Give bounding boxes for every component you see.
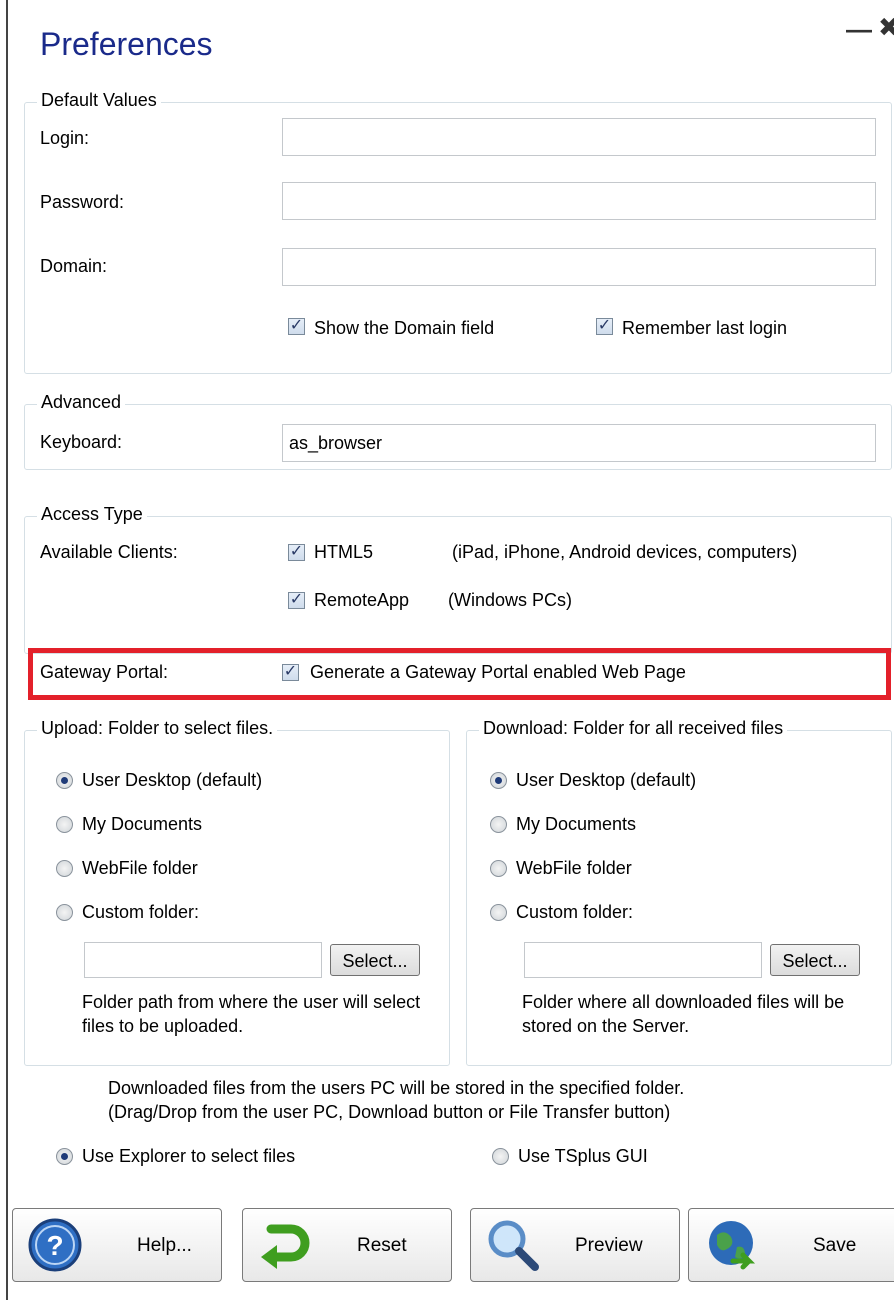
access-type-group: Access Type (24, 504, 892, 654)
reset-button-label: Reset (357, 1235, 407, 1256)
login-label: Login: (40, 128, 90, 148)
password-field[interactable] (282, 182, 876, 220)
download-webfile-label: WebFile folder (516, 858, 632, 878)
keyboard-field[interactable] (282, 424, 876, 462)
advanced-legend: Advanced (37, 392, 126, 413)
html5-label: HTML5 (314, 542, 374, 562)
download-select-button[interactable]: Select... (770, 944, 860, 976)
help-button[interactable]: ? Help... (12, 1208, 222, 1282)
help-icon: ? (28, 1218, 82, 1272)
upload-select-button[interactable]: Select... (330, 944, 420, 976)
domain-field[interactable] (282, 248, 876, 286)
download-my-documents-radio[interactable] (490, 816, 507, 833)
domain-label: Domain: (40, 256, 108, 276)
upload-user-desktop-label: User Desktop (default) (82, 770, 263, 790)
transfer-note-1: Downloaded files from the users PC will … (108, 1078, 685, 1098)
remoteapp-description: (Windows PCs) (448, 590, 573, 610)
download-custom-path-field[interactable] (524, 942, 762, 978)
remoteapp-label: RemoteApp (314, 590, 410, 610)
download-webfile-radio[interactable] (490, 860, 507, 877)
gateway-portal-checkbox[interactable]: ✓ (282, 664, 299, 681)
save-button-label: Save (813, 1235, 857, 1256)
show-domain-checkbox[interactable]: ✓ (288, 318, 305, 335)
gateway-portal-label: Gateway Portal: (40, 662, 169, 682)
close-button[interactable]: ✖ (878, 12, 894, 43)
access-type-legend: Access Type (37, 504, 147, 525)
download-legend: Download: Folder for all received files (479, 718, 788, 739)
gateway-portal-option: Generate a Gateway Portal enabled Web Pa… (310, 662, 686, 682)
upload-user-desktop-radio[interactable] (56, 772, 73, 789)
upload-my-documents-label: My Documents (82, 814, 203, 834)
password-label: Password: (40, 192, 125, 212)
remember-login-label: Remember last login (622, 318, 788, 338)
reset-button[interactable]: Reset (242, 1208, 452, 1282)
page-title: Preferences (40, 26, 213, 62)
preview-button-label: Preview (575, 1235, 643, 1256)
remember-login-checkbox[interactable]: ✓ (596, 318, 613, 335)
download-my-documents-label: My Documents (516, 814, 637, 834)
save-button[interactable]: Save (688, 1208, 894, 1282)
show-domain-label: Show the Domain field (314, 318, 495, 338)
preview-button[interactable]: Preview (470, 1208, 680, 1282)
upload-webfile-radio[interactable] (56, 860, 73, 877)
upload-legend: Upload: Folder to select files. (37, 718, 278, 739)
download-user-desktop-radio[interactable] (490, 772, 507, 789)
download-custom-label: Custom folder: (516, 902, 634, 922)
use-tsplus-label: Use TSplus GUI (518, 1146, 648, 1166)
html5-description: (iPad, iPhone, Android devices, computer… (452, 542, 798, 562)
keyboard-label: Keyboard: (40, 432, 123, 452)
preferences-window: Preferences — ✖ Default Values Login: Pa… (6, 0, 894, 1300)
upload-my-documents-radio[interactable] (56, 816, 73, 833)
minimize-button[interactable]: — (846, 14, 872, 45)
download-note: Folder where all downloaded files will b… (522, 992, 845, 1036)
login-field[interactable] (282, 118, 876, 156)
use-tsplus-radio[interactable] (492, 1148, 509, 1165)
remoteapp-checkbox[interactable]: ✓ (288, 592, 305, 609)
magnifier-icon (488, 1220, 539, 1271)
html5-checkbox[interactable]: ✓ (288, 544, 305, 561)
upload-custom-label: Custom folder: (82, 902, 200, 922)
svg-text:?: ? (46, 1230, 63, 1261)
use-explorer-label: Use Explorer to select files (82, 1146, 296, 1166)
upload-custom-path-field[interactable] (84, 942, 322, 978)
use-explorer-radio[interactable] (56, 1148, 73, 1165)
upload-webfile-label: WebFile folder (82, 858, 198, 878)
download-custom-radio[interactable] (490, 904, 507, 921)
help-button-label: Help... (137, 1235, 192, 1256)
download-user-desktop-label: User Desktop (default) (516, 770, 697, 790)
upload-note: Folder path from where the user will sel… (82, 992, 421, 1036)
transfer-note-2: (Drag/Drop from the user PC, Download bu… (108, 1102, 671, 1122)
reset-arrow-icon (261, 1224, 310, 1269)
available-clients-label: Available Clients: (40, 542, 178, 562)
upload-custom-radio[interactable] (56, 904, 73, 921)
globe-icon (709, 1221, 756, 1270)
default-values-legend: Default Values (37, 90, 161, 111)
